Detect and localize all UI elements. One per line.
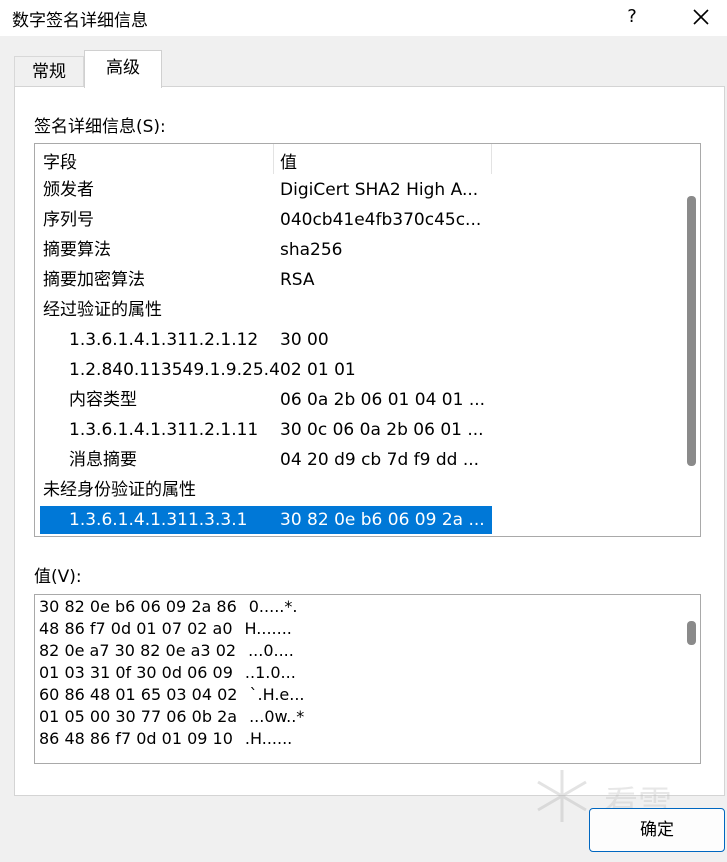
column-divider[interactable] <box>273 144 274 174</box>
row-value: RSA <box>280 270 315 290</box>
row-value: 040cb41e4fb370c45c... <box>280 210 482 230</box>
row-value: 06 0a 2b 06 01 04 01 ... <box>280 390 486 410</box>
hex-line: 60 86 48 01 65 03 04 02 `.H.e... <box>39 685 305 704</box>
row-field: 1.3.6.1.4.1.311.2.1.12 <box>69 330 259 350</box>
value-textbox[interactable]: 30 82 0e b6 06 09 2a 86 0.....*. 48 86 f7 … <box>34 594 701 764</box>
scrollbar-thumb[interactable] <box>687 621 696 645</box>
scrollbar-thumb[interactable] <box>687 196 696 466</box>
hex-bytes: 82 0e a7 30 82 0e a3 02 <box>39 641 237 660</box>
hex-line: 01 05 00 30 77 06 0b 2a ...0w..* <box>39 707 304 726</box>
hex-ascii: `.H.e... <box>249 685 305 704</box>
details-scrollbar[interactable] <box>682 144 700 536</box>
list-row[interactable]: 1.2.840.113549.1.9.25.4 02 01 01 <box>40 356 492 384</box>
close-icon <box>693 9 709 25</box>
value-label: 值(V): <box>34 567 82 587</box>
hex-ascii: ..1.0... <box>244 663 296 682</box>
row-field: 摘要加密算法 <box>43 270 145 290</box>
close-button[interactable] <box>688 4 714 30</box>
hex-ascii: H....... <box>244 619 292 638</box>
list-row[interactable]: 经过验证的属性 <box>40 296 492 324</box>
hex-ascii: ...0.... <box>248 641 294 660</box>
hex-ascii: .H...... <box>244 729 293 748</box>
hex-line: 86 48 86 f7 0d 01 09 10 .H...... <box>39 729 292 748</box>
hex-line: 82 0e a7 30 82 0e a3 02 ...0.... <box>39 641 294 660</box>
title-bar: 数字签名详细信息 ? <box>0 0 727 36</box>
help-button[interactable]: ? <box>620 4 644 30</box>
ok-button[interactable]: 确定 <box>589 808 725 852</box>
hex-bytes: 48 86 f7 0d 01 07 02 a0 <box>39 619 233 638</box>
details-list[interactable]: 字段 值 颁发者 DigiCert SHA2 High A... 序列号 040cb4… <box>34 143 701 537</box>
hex-ascii: ...0w..* <box>249 707 305 726</box>
hex-ascii: 0.....*. <box>248 597 298 616</box>
column-divider[interactable] <box>491 144 492 174</box>
row-value: 04 20 d9 cb 7d f9 dd ... <box>280 450 480 470</box>
row-field: 序列号 <box>43 210 94 230</box>
row-value: 30 0c 06 0a 2b 06 01 ... <box>280 420 484 440</box>
list-row[interactable]: 1.3.6.1.4.1.311.2.1.12 30 00 <box>40 326 492 354</box>
hex-line: 30 82 0e b6 06 09 2a 86 0.....*. <box>39 597 297 616</box>
list-row[interactable]: 消息摘要 04 20 d9 cb 7d f9 dd ... <box>40 446 492 474</box>
row-value: DigiCert SHA2 High A... <box>280 180 479 200</box>
hex-bytes: 86 48 86 f7 0d 01 09 10 <box>39 729 233 748</box>
list-row[interactable]: 摘要算法 sha256 <box>40 236 492 264</box>
list-header: 字段 值 <box>35 144 684 176</box>
row-field: 1.3.6.1.4.1.311.2.1.11 <box>69 420 259 440</box>
row-field: 摘要算法 <box>43 240 111 260</box>
column-header-value[interactable]: 值 <box>280 148 297 173</box>
value-scrollbar[interactable] <box>682 595 700 763</box>
hex-bytes: 01 03 31 0f 30 0d 06 09 <box>39 663 233 682</box>
row-field: 1.3.6.1.4.1.311.3.3.1 <box>69 510 248 530</box>
row-value: sha256 <box>280 240 343 260</box>
list-row[interactable]: 内容类型 06 0a 2b 06 01 04 01 ... <box>40 386 492 414</box>
details-label: 签名详细信息(S): <box>34 117 166 137</box>
list-row[interactable]: 摘要加密算法 RSA <box>40 266 492 294</box>
snowflake-icon <box>537 770 587 822</box>
row-field: 颁发者 <box>43 180 94 200</box>
list-row[interactable]: 1.3.6.1.4.1.311.3.3.1 30 82 0e b6 06 09 2… <box>40 506 492 534</box>
hex-line: 48 86 f7 0d 01 07 02 a0 H....... <box>39 619 292 638</box>
list-row[interactable]: 1.3.6.1.4.1.311.2.1.11 30 0c 06 0a 2b 06 … <box>40 416 492 444</box>
tab-general[interactable]: 常规 <box>14 56 84 86</box>
row-field: 内容类型 <box>69 390 137 410</box>
row-field: 消息摘要 <box>69 450 137 470</box>
list-row[interactable]: 未经身份验证的属性 <box>40 476 492 504</box>
hex-bytes: 60 86 48 01 65 03 04 02 <box>39 685 238 704</box>
row-value: 02 01 01 <box>280 360 356 380</box>
hex-bytes: 30 82 0e b6 06 09 2a 86 <box>39 597 237 616</box>
list-row[interactable]: 序列号 040cb41e4fb370c45c... <box>40 206 492 234</box>
column-header-field[interactable]: 字段 <box>43 148 77 173</box>
row-field: 经过验证的属性 <box>43 300 162 320</box>
list-row[interactable]: 颁发者 DigiCert SHA2 High A... <box>40 176 492 204</box>
tab-advanced[interactable]: 高级 <box>84 50 162 88</box>
row-value: 30 82 0e b6 06 09 2a ... <box>280 510 485 530</box>
row-field: 未经身份验证的属性 <box>43 480 196 500</box>
row-field: 1.2.840.113549.1.9.25.4 <box>69 360 280 380</box>
hex-line: 01 03 31 0f 30 0d 06 09 ..1.0... <box>39 663 296 682</box>
window-title: 数字签名详细信息 <box>12 11 148 31</box>
hex-bytes: 01 05 00 30 77 06 0b 2a <box>39 707 238 726</box>
row-value: 30 00 <box>280 330 329 350</box>
